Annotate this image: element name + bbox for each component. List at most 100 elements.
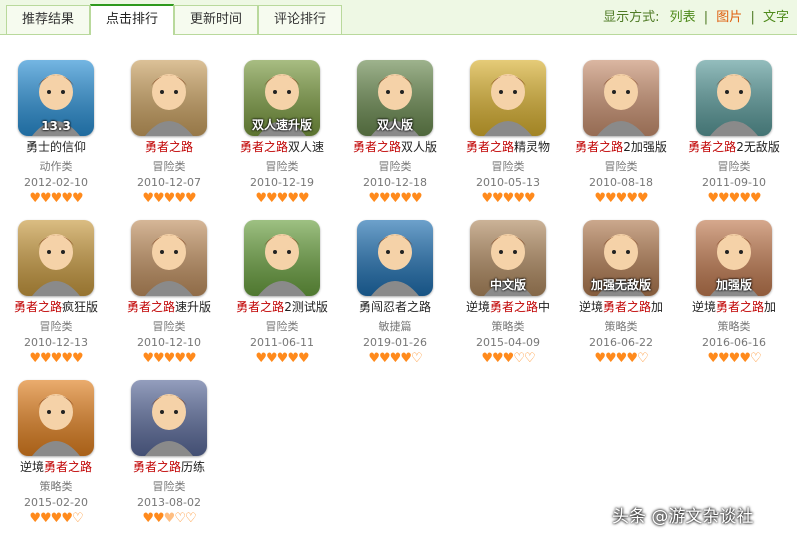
game-title-link[interactable]: 勇者之路精灵物 <box>452 138 564 155</box>
heart-icon: ♥ <box>174 191 186 206</box>
game-thumbnail[interactable]: 加强版 <box>696 220 772 296</box>
game-thumbnail[interactable] <box>244 220 320 296</box>
game-date: 2015-04-09 <box>476 336 540 349</box>
game-category: 冒险类 <box>491 160 525 173</box>
game-title-link[interactable]: 勇者之路历练 <box>113 458 225 475</box>
game-title-link[interactable]: 勇闯忍者之路 <box>339 298 451 315</box>
tab-update-time[interactable]: 更新时间 <box>174 5 258 34</box>
tab-comment-ranking[interactable]: 评论排行 <box>258 5 342 34</box>
game-title-link[interactable]: 勇者之路速升版 <box>113 298 225 315</box>
heart-icon: ♡ <box>71 511 84 526</box>
game-date: 2010-12-13 <box>24 336 88 349</box>
heart-icon: ♥ <box>368 191 380 206</box>
game-thumbnail[interactable]: 双人版 <box>357 60 433 136</box>
game-title-link[interactable]: 勇者之路双人版 <box>339 138 451 155</box>
game-date: 2019-01-26 <box>363 336 427 349</box>
game-thumbnail[interactable] <box>696 60 772 136</box>
game-category: 冒险类 <box>152 480 186 493</box>
title-text: 疯狂版 <box>62 300 99 314</box>
heart-icon: ♥ <box>594 191 606 206</box>
game-title-link[interactable]: 勇者之路疯狂版 <box>0 298 112 315</box>
heart-icon: ♥ <box>40 351 52 366</box>
title-text: 双人速 <box>288 140 325 154</box>
game-category: 动作类 <box>39 160 73 173</box>
heart-icon: ♥ <box>728 351 741 366</box>
game-thumbnail[interactable] <box>131 220 207 296</box>
heart-icon: ♥ <box>605 351 617 366</box>
heart-icon: ♥ <box>142 191 154 206</box>
heart-icon: ♥ <box>718 191 730 206</box>
game-artwork <box>583 60 659 136</box>
heart-icon: ♥ <box>276 351 289 366</box>
game-title-link[interactable]: 勇士的信仰 <box>0 138 112 155</box>
heart-icon: ♥ <box>636 191 649 206</box>
heart-icon: ♥ <box>29 511 41 526</box>
game-thumbnail[interactable]: 中文版 <box>470 220 546 296</box>
heart-icon: ♥ <box>379 351 391 366</box>
heart-icon: ♥ <box>71 191 84 206</box>
display-option-list[interactable]: 列表 <box>670 10 696 25</box>
heart-icon: ♥ <box>513 191 525 206</box>
game-date: 2016-06-22 <box>589 336 653 349</box>
heart-icon: ♥ <box>61 191 73 206</box>
game-category: 敏捷篇 <box>378 320 412 333</box>
game-title-link[interactable]: 逆境勇者之路加 <box>678 298 790 315</box>
heart-icon: ♥ <box>276 191 289 206</box>
title-text: 中 <box>538 300 551 314</box>
game-title-link[interactable]: 逆境勇者之路中 <box>452 298 564 315</box>
game-thumbnail[interactable] <box>470 60 546 136</box>
thumbnail-badge: 双人版 <box>376 118 413 132</box>
heart-icon: ♥ <box>50 511 63 526</box>
game-title-link[interactable]: 逆境勇者之路加 <box>565 298 677 315</box>
title-text: 精灵物 <box>514 140 551 154</box>
display-option-text[interactable]: 文字 <box>763 10 789 25</box>
game-thumbnail[interactable]: 双人速升版 <box>244 60 320 136</box>
game-title-link[interactable]: 勇者之路2无敌版 <box>678 138 790 155</box>
game-thumbnail[interactable] <box>131 380 207 456</box>
title-text: 逆境 <box>465 300 490 314</box>
heart-icon: ♥ <box>739 191 751 206</box>
divider: | <box>750 10 755 25</box>
heart-icon: ♡ <box>174 511 186 526</box>
heart-icon: ♥ <box>255 191 267 206</box>
display-option-image[interactable]: 图片 <box>716 10 742 25</box>
game-artwork <box>244 220 320 296</box>
heart-icon: ♥ <box>707 191 719 206</box>
game-thumbnail[interactable] <box>18 220 94 296</box>
heart-icon: ♥ <box>481 351 493 366</box>
tab-recommended[interactable]: 推荐结果 <box>6 5 90 34</box>
heart-icon: ♥ <box>368 351 380 366</box>
heart-icon: ♥ <box>40 511 52 526</box>
title-text: 逆境 <box>691 300 716 314</box>
heart-icon: ♥ <box>71 351 84 366</box>
game-thumbnail[interactable] <box>357 220 433 296</box>
game-title-link[interactable]: 勇者之路双人速 <box>226 138 338 155</box>
game-title-link[interactable]: 勇者之路 <box>113 138 225 155</box>
game-thumbnail[interactable] <box>18 380 94 456</box>
title-highlight: 勇者之路 <box>126 300 175 314</box>
title-highlight: 勇者之路 <box>575 140 624 154</box>
game-thumbnail[interactable]: 加强无敌版 <box>583 220 659 296</box>
heart-icon: ♥ <box>184 351 197 366</box>
title-highlight: 勇者之路 <box>44 460 93 474</box>
display-mode-label: 显示方式: <box>603 10 660 25</box>
heart-icon: ♥ <box>297 351 310 366</box>
game-category: 冒险类 <box>39 320 73 333</box>
game-artwork <box>696 60 772 136</box>
heart-icon: ♥ <box>605 191 617 206</box>
game-title-link[interactable]: 勇者之路2测试版 <box>226 298 338 315</box>
game-category: 冒险类 <box>378 160 412 173</box>
heart-icon: ♥ <box>749 191 762 206</box>
game-title-link[interactable]: 逆境勇者之路 <box>0 458 112 475</box>
heart-icon: ♥ <box>400 191 412 206</box>
game-thumbnail[interactable] <box>131 60 207 136</box>
heart-icon: ♥ <box>184 191 197 206</box>
game-thumbnail[interactable] <box>583 60 659 136</box>
title-highlight: 勇者之路 <box>239 140 288 154</box>
heart-icon: ♥ <box>61 351 73 366</box>
game-artwork <box>131 60 207 136</box>
heart-icon: ♥ <box>626 351 638 366</box>
game-title-link[interactable]: 勇者之路2加强版 <box>565 138 677 155</box>
tab-click-ranking[interactable]: 点击排行 <box>90 4 174 35</box>
game-thumbnail[interactable]: 13.3 <box>18 60 94 136</box>
